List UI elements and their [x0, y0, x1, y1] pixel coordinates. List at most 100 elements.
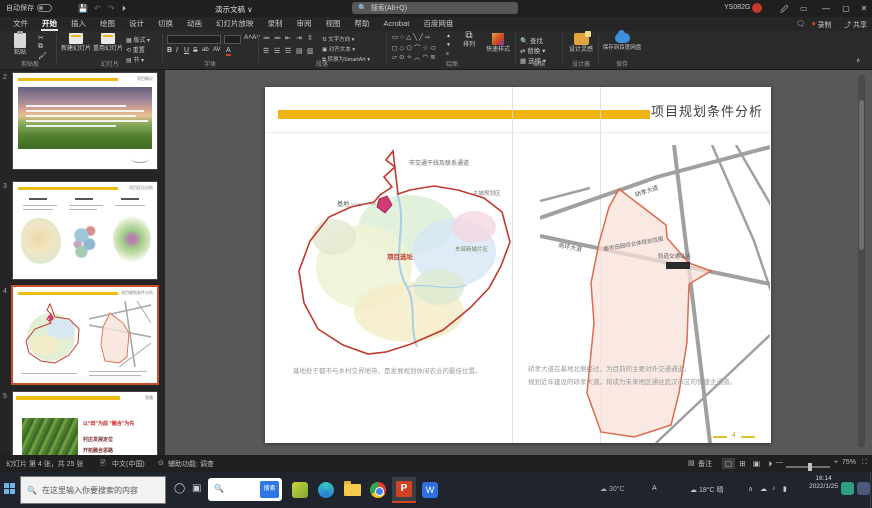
clear-format-button[interactable]: ab [202, 47, 209, 53]
task-view-icon[interactable]: ▣ [192, 483, 201, 494]
find-button[interactable]: 🔍 查找 [520, 35, 543, 45]
shapes-gallery-row3[interactable]: ▱⊙✧︿◠≋ [392, 51, 438, 61]
minimize-button[interactable]: — [818, 2, 834, 15]
increase-font-icon[interactable]: A˄ [244, 34, 252, 41]
align-text-button[interactable]: ▣ 对齐文本 ▾ [322, 45, 355, 53]
slide-count-status[interactable]: 幻灯片 第 4 张，共 25 张 [6, 459, 83, 469]
shapes-scroll-down-icon[interactable]: ▼ [446, 42, 451, 48]
tray-app-icon-1[interactable] [841, 482, 854, 495]
tab-home[interactable]: 开始 [35, 17, 64, 31]
font-name-combo[interactable] [167, 35, 221, 44]
tab-record[interactable]: 录制 [261, 17, 290, 31]
underline-button[interactable]: U [184, 47, 189, 54]
document-title[interactable]: 演示文稿 ∨ [215, 4, 253, 15]
taskbar-chrome[interactable] [366, 477, 390, 503]
comments-icon[interactable]: 🗨 [796, 20, 805, 28]
battery-icon[interactable]: ▮ [783, 485, 787, 493]
tab-review[interactable]: 审阅 [290, 17, 319, 31]
taskbar-clock[interactable]: 16:14 2022/1/25 [809, 475, 838, 491]
indent-icon[interactable]: ⇥ [296, 34, 302, 42]
normal-view-button[interactable]: ▢ [722, 458, 735, 469]
align-right-icon[interactable]: ☲ [285, 47, 291, 55]
bold-button[interactable]: B [167, 47, 172, 54]
record-button[interactable]: ⏺ 录制 [812, 20, 832, 30]
tab-file[interactable]: 文件 [6, 17, 35, 31]
user-account-label[interactable]: YS082G [724, 4, 750, 11]
zoom-out-button[interactable]: — [776, 459, 783, 466]
slide-4-thumbnail-selected[interactable]: 项目规划条件分析 [13, 287, 157, 383]
font-color-button[interactable]: A [226, 47, 231, 56]
widget-search-button[interactable]: 搜索 [260, 481, 279, 498]
news-widget[interactable]: ☁ 30°C [600, 485, 625, 493]
smartart-button[interactable]: ⧉ 转换为SmartArt ▾ [322, 55, 370, 64]
maximize-button[interactable]: ▢ [838, 2, 854, 15]
paste-button[interactable]: 粘贴 [6, 33, 34, 57]
baidu-save-button[interactable]: 保存到百度网盘 [602, 33, 642, 52]
weather-widget[interactable]: ☁ 18°C 晴 [690, 485, 724, 495]
text-direction-button[interactable]: ⇅ 文字方向 ▾ [322, 35, 354, 43]
avatar[interactable] [752, 3, 762, 13]
zoom-in-button[interactable]: + [834, 459, 838, 466]
tray-app-icon-2[interactable] [857, 482, 870, 495]
tab-animations[interactable]: 动画 [180, 17, 209, 31]
fit-slide-button[interactable]: ⛶ [862, 459, 867, 467]
align-left-icon[interactable]: ☰ [263, 47, 269, 55]
slide-title[interactable]: 项目规划条件分析 [651, 101, 763, 120]
undo-icon[interactable]: ↶ [94, 4, 101, 13]
numbering-icon[interactable]: ≕ [274, 34, 281, 42]
shapes-more-icon[interactable]: ≡ [446, 51, 449, 57]
slide-sorter-view-button[interactable]: ⊞ [736, 458, 749, 469]
slide-5-thumbnail[interactable]: 思路 以“田”为底 “融合”为先 村庄发展定位 开拓融合思路 [13, 392, 157, 455]
line-spacing-icon[interactable]: ⇳ [307, 34, 313, 42]
slide-3-thumbnail[interactable]: 项目区位分析 [13, 182, 157, 279]
start-slideshow-icon[interactable]: ⏵ [122, 4, 126, 14]
new-slide-button[interactable]: 新建幻灯片 [61, 33, 91, 53]
onedrive-cloud-icon[interactable]: ☁ [760, 485, 767, 493]
font-size-combo[interactable] [224, 35, 241, 44]
tab-view[interactable]: 视图 [319, 17, 348, 31]
share-button[interactable]: ⤴ 共享 [844, 20, 867, 30]
close-button[interactable]: ✕ [856, 2, 872, 15]
cortana-icon[interactable]: ◯ [174, 483, 185, 494]
char-spacing-button[interactable]: AV [213, 47, 221, 53]
office-search-box[interactable]: 🔍 搜索(Alt+Q) [352, 2, 518, 14]
taskbar-powerpoint-active[interactable]: P [392, 477, 416, 503]
tab-acrobat[interactable]: Acrobat [377, 17, 417, 31]
replace-button[interactable]: ⇄ 替换 ▾ [520, 45, 545, 55]
quick-styles-button[interactable]: 快速样式 [484, 33, 512, 54]
start-button[interactable] [4, 483, 15, 494]
shapes-gallery-row1[interactable]: ▭○△╲╱⇨ [392, 33, 432, 41]
accessibility-status[interactable]: 辅助功能: 调查 [168, 459, 214, 469]
left-region-map[interactable]: 市交通干线及联系通道 主城规划区 东部新城片区 基地 项目选址 [289, 147, 512, 362]
taskbar-search-box[interactable]: 🔍 在这里输入你要搜索的内容 [20, 476, 166, 504]
taskbar-file-explorer[interactable] [340, 477, 364, 503]
right-road-map[interactable]: 轨道交通站点 硚孝大道 南环大道 都市田园综合体规划范围 [540, 145, 770, 443]
bullets-icon[interactable]: ≔ [263, 34, 270, 42]
tab-slideshow[interactable]: 幻灯片放映 [209, 17, 261, 31]
ink-icon[interactable]: 🖉 [780, 4, 789, 18]
redo-icon[interactable]: ↷ [108, 4, 115, 13]
reset-button[interactable]: ⟲ 重置 [126, 45, 145, 54]
tab-transitions[interactable]: 切换 [151, 17, 180, 31]
strikethrough-button[interactable]: S [193, 47, 198, 54]
tray-expand-icon[interactable]: ∧ [748, 485, 753, 493]
outdent-icon[interactable]: ⇤ [285, 34, 291, 42]
language-status[interactable]: 中文(中国) [112, 459, 145, 469]
designer-button[interactable]: 设计灵感 [566, 33, 596, 54]
tab-design[interactable]: 设计 [122, 17, 151, 31]
format-painter-icon[interactable]: 🖌 [38, 52, 47, 60]
reuse-slides-button[interactable]: 重用幻灯片 [93, 33, 123, 53]
autosave-toggle[interactable]: 自动保存 [6, 3, 52, 13]
slide-2-thumbnail[interactable]: 项目概况 [13, 73, 157, 169]
zoom-level[interactable]: 75% [842, 459, 856, 466]
shapes-scroll-up-icon[interactable]: ▲ [446, 33, 451, 39]
reading-view-button[interactable]: ▣ [750, 458, 763, 469]
ribbon-options-icon[interactable]: ▭ [800, 4, 808, 13]
copy-icon[interactable]: ⧉ [38, 43, 43, 51]
tab-draw[interactable]: 绘图 [93, 17, 122, 31]
collapse-ribbon-icon[interactable]: ∧ [856, 57, 860, 64]
taskbar-app-blue[interactable]: W [418, 477, 442, 503]
layout-button[interactable]: ▦ 版式 ▾ [126, 35, 150, 44]
notes-button[interactable]: 备注 [698, 459, 712, 469]
tab-baidu-netdisk[interactable]: 百度网盘 [416, 17, 460, 31]
